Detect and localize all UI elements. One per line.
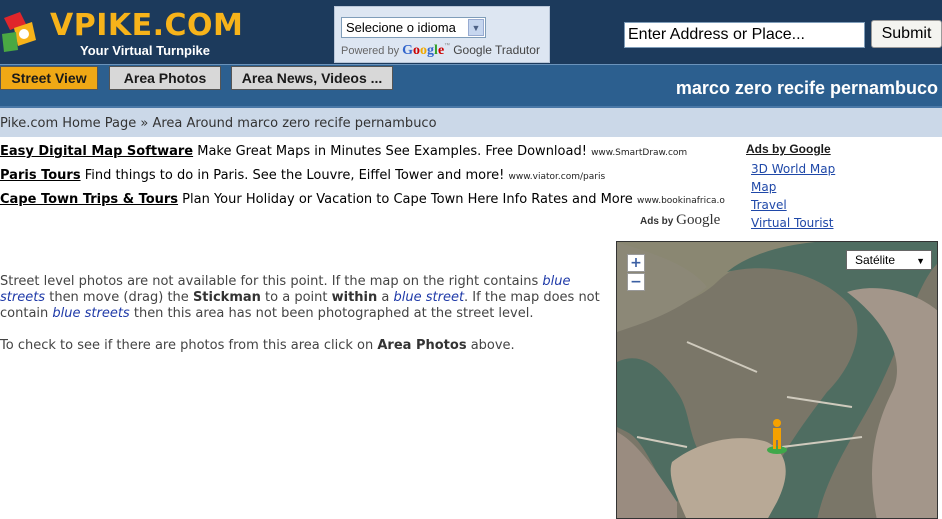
side-ad-link[interactable]: 3D World Map	[751, 162, 835, 176]
breadcrumb-bar: Pike.com Home Page » Area Around marco z…	[0, 106, 942, 137]
info-text: above.	[466, 338, 515, 353]
info-strong: Stickman	[192, 290, 261, 305]
map-type-value: Satélite	[855, 253, 896, 267]
language-select-value: Selecione o idioma	[346, 20, 456, 35]
submit-button[interactable]: Submit	[871, 20, 942, 48]
ads-by-prefix: Ads by	[640, 216, 674, 227]
info-paragraph: Street level photos are not available fo…	[0, 274, 600, 322]
side-ad-link[interactable]: Virtual Tourist	[751, 216, 834, 230]
logo-icon[interactable]	[0, 10, 38, 56]
google-wordmark: Google	[676, 212, 721, 228]
ad-item: Easy Digital Map Software Make Great Map…	[0, 144, 687, 159]
ad-item: Cape Town Trips & Tours Plan Your Holida…	[0, 192, 725, 207]
powered-by-label: Powered by	[341, 45, 400, 57]
ad-title-link[interactable]: Cape Town Trips & Tours	[0, 192, 178, 207]
info-text: a	[377, 290, 394, 305]
ad-title-link[interactable]: Easy Digital Map Software	[0, 144, 193, 159]
ad-url[interactable]: www.viator.com/paris	[509, 172, 606, 182]
info-emphasis: blue streets	[52, 306, 130, 321]
ad-url[interactable]: www.SmartDraw.com	[591, 148, 687, 158]
logo-tagline: Your Virtual Turnpike	[80, 43, 211, 58]
info-strong: within	[331, 290, 378, 305]
side-ads-title[interactable]: Ads by Google	[746, 142, 831, 156]
satellite-map[interactable]: + − Satélite ▼	[616, 241, 938, 519]
info-paragraph: To check to see if there are photos from…	[0, 338, 600, 354]
ad-title-link[interactable]: Paris Tours	[0, 168, 81, 183]
ad-text: Make Great Maps in Minutes See Examples.…	[193, 144, 592, 159]
info-text: then move (drag) the	[45, 290, 193, 305]
side-ad-link[interactable]: Map	[751, 180, 776, 194]
breadcrumb[interactable]: Pike.com Home Page » Area Around marco z…	[0, 116, 437, 131]
google-logo-icon: Google	[402, 43, 445, 58]
chevron-down-icon[interactable]: ▼	[916, 256, 925, 266]
info-text: To check to see if there are photos from…	[0, 338, 378, 353]
side-ad-link[interactable]: Travel	[751, 198, 787, 212]
info-strong: Area Photos	[377, 338, 467, 353]
page-title: marco zero recife pernambuco	[675, 78, 938, 98]
ads-by-google-label[interactable]: Ads by Google	[640, 212, 720, 229]
tab-bar: Street View Area Photos Area News, Video…	[0, 64, 942, 106]
ad-item: Paris Tours Find things to do in Paris. …	[0, 168, 605, 183]
street-view-info: Street level photos are not available fo…	[0, 274, 600, 370]
info-text: Street level photos are not available fo…	[0, 274, 543, 289]
info-text: then this area has not been photographed…	[129, 306, 534, 321]
ad-url[interactable]: www.bookinafrica.o	[637, 196, 725, 206]
chevron-down-icon[interactable]: ▼	[468, 19, 484, 36]
tab-street-view[interactable]: Street View	[0, 66, 98, 90]
language-select[interactable]: Selecione o idioma ▼	[341, 17, 486, 38]
translate-widget: Selecione o idioma ▼ Powered by Google™ …	[334, 6, 550, 63]
address-input[interactable]: Enter Address or Place...	[624, 22, 865, 48]
header: VPIKE.COM Your Virtual Turnpike Selecion…	[0, 0, 942, 106]
logo-text[interactable]: VPIKE.COM	[50, 8, 243, 43]
google-tradutor-link[interactable]: Google Tradutor	[453, 43, 540, 57]
zoom-in-button[interactable]: +	[627, 254, 645, 272]
ad-text: Find things to do in Paris. See the Louv…	[80, 168, 509, 183]
powered-by-google: Powered by Google™ Google Tradutor	[341, 43, 540, 59]
map-type-select[interactable]: Satélite ▼	[846, 250, 932, 270]
zoom-out-button[interactable]: −	[627, 273, 645, 291]
info-emphasis: blue street	[393, 290, 465, 305]
tab-area-news-videos[interactable]: Area News, Videos ...	[231, 66, 393, 90]
map-imagery[interactable]	[617, 242, 938, 519]
tab-area-photos[interactable]: Area Photos	[109, 66, 221, 90]
trademark-mark: ™	[444, 43, 451, 49]
info-text: to a point	[260, 290, 332, 305]
ad-text: Plan Your Holiday or Vacation to Cape To…	[178, 192, 637, 207]
